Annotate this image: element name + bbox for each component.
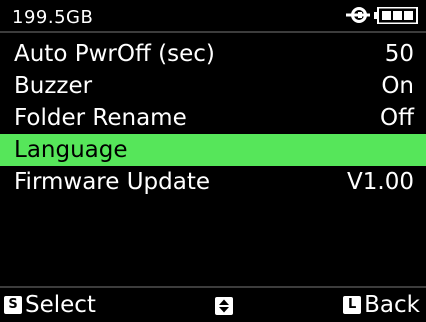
battery-full-icon: [374, 7, 418, 24]
menu-item-language[interactable]: Language: [0, 134, 426, 166]
up-down-arrows-icon: [215, 297, 233, 315]
menu-item-auto-power-off[interactable]: Auto PwrOff (sec) 50: [0, 38, 426, 70]
s-key-icon: S: [4, 296, 22, 314]
menu-item-label: Auto PwrOff (sec): [14, 41, 215, 67]
menu-item-value: On: [381, 73, 414, 99]
storage-capacity: 199.5GB: [12, 7, 94, 28]
menu-item-value: 50: [384, 41, 414, 67]
settings-menu: Auto PwrOff (sec) 50 Buzzer On Folder Re…: [0, 38, 426, 198]
menu-item-firmware-update[interactable]: Firmware Update V1.00: [0, 166, 426, 198]
menu-item-label: Firmware Update: [14, 169, 211, 195]
menu-item-buzzer[interactable]: Buzzer On: [0, 70, 426, 102]
menu-item-folder-rename[interactable]: Folder Rename Off: [0, 102, 426, 134]
back-softkey[interactable]: L Back: [343, 290, 420, 320]
status-bar: 199.5GB: [0, 0, 426, 33]
select-softkey[interactable]: S Select: [4, 290, 96, 320]
menu-item-value: V1.00: [347, 169, 414, 195]
plug-connector-icon: [346, 7, 370, 23]
softkey-bar: S Select L Back: [0, 286, 426, 322]
menu-item-label: Folder Rename: [14, 105, 187, 131]
menu-item-label: Language: [14, 137, 128, 163]
menu-item-value: Off: [380, 105, 414, 131]
menu-item-label: Buzzer: [14, 73, 93, 99]
l-key-icon: L: [343, 296, 362, 314]
device-screen: 199.5GB Auto PwrOff (sec) 50 Buzzer On F…: [0, 0, 426, 322]
back-label: Back: [364, 292, 420, 318]
select-label: Select: [25, 292, 96, 318]
